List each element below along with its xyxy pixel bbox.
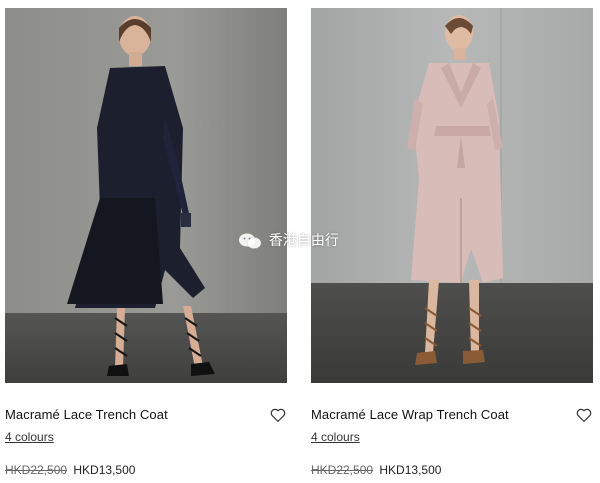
heart-outline-icon[interactable] [269,406,287,424]
original-price: HKD22,500 [311,463,374,477]
price: HKD22,500 HKD13,500 [5,462,287,478]
product-name[interactable]: Macramé Lace Wrap Trench Coat [311,403,593,427]
product-name[interactable]: Macramé Lace Trench Coat [5,403,287,427]
watermark-text: 香港自由行 [268,232,339,248]
product-image-pink-lace-wrap-trench[interactable] [311,8,593,383]
sale-price: HKD13,500 [379,463,442,477]
sale-price: HKD13,500 [73,463,136,477]
product-image-navy-lace-trench[interactable] [5,8,287,383]
original-price: HKD22,500 [5,463,68,477]
heart-outline-icon[interactable] [575,406,593,424]
colour-options-link[interactable]: 4 colours [311,429,360,445]
watermark: 香港自由行 [238,230,339,250]
colour-options-link[interactable]: 4 colours [5,429,54,445]
product-card[interactable]: Macramé Lace Wrap Trench Coat 4 colours … [311,0,593,478]
wechat-icon [239,233,262,250]
price: HKD22,500 HKD13,500 [311,462,593,478]
